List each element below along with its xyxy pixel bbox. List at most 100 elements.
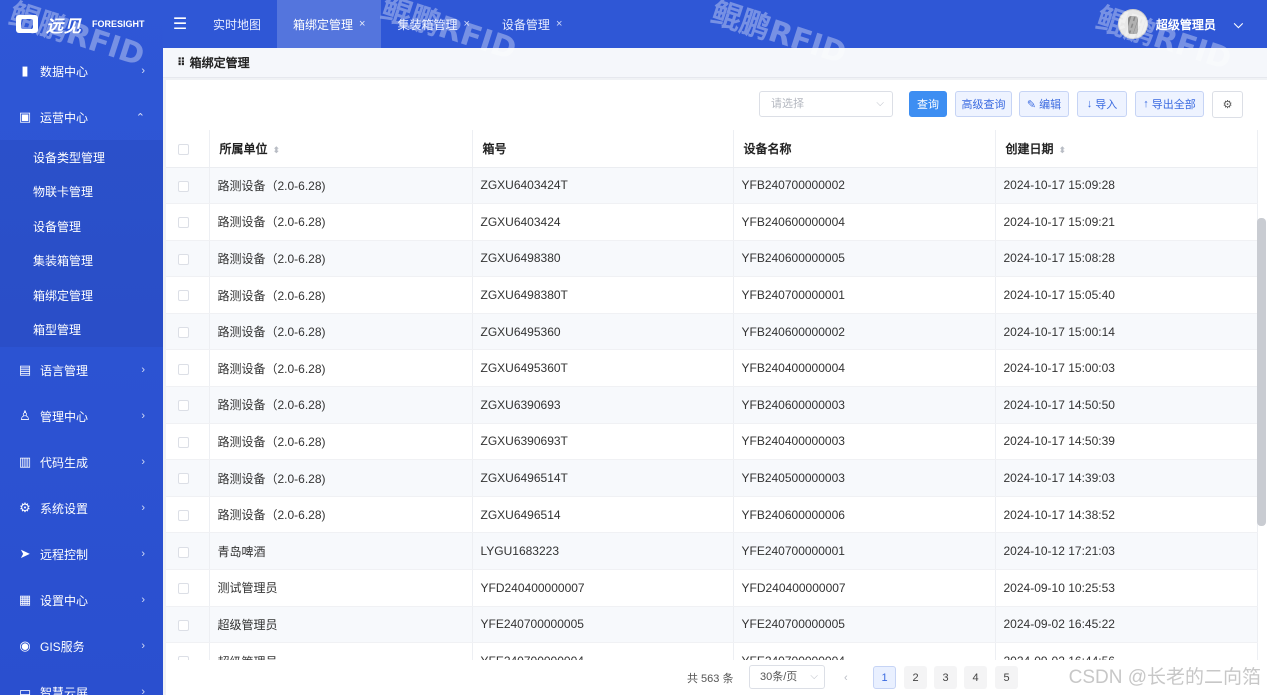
- table-cell: 路测设备（2.0-6.28): [209, 423, 473, 461]
- table-cell: YFD240400000007: [472, 569, 734, 607]
- data-table: 所属单位 ⬍ 箱号 设备名称 创建日期 ⬍ 路测设备（2.0-6.28) ZGXU64…: [166, 130, 1258, 675]
- row-checkbox[interactable]: [178, 619, 189, 631]
- table-row[interactable]: 路测设备（2.0-6.28) ZGXU6390693 YFB240600000003…: [166, 386, 1258, 424]
- select-all-checkbox[interactable]: [178, 143, 189, 155]
- chevron-down-icon[interactable]: ⌵: [1234, 17, 1243, 32]
- import-button[interactable]: ↓ 导入: [1077, 91, 1127, 117]
- tab[interactable]: 实时地图: [197, 0, 277, 48]
- row-checkbox[interactable]: [178, 583, 189, 595]
- prev-page-icon[interactable]: ‹: [844, 672, 848, 684]
- filter-select[interactable]: 请选择 ⌵: [759, 91, 893, 117]
- row-checkbox[interactable]: [178, 217, 189, 229]
- table-row[interactable]: 路测设备（2.0-6.28) ZGXU6495360 YFB240600000002…: [166, 313, 1258, 351]
- page-button[interactable]: 3: [934, 666, 957, 689]
- row-checkbox[interactable]: [178, 327, 189, 338]
- avatar[interactable]: [1117, 9, 1148, 39]
- sort-icon[interactable]: ⬍: [1059, 145, 1067, 155]
- row-checkbox[interactable]: [178, 473, 189, 485]
- menu-toggle-icon[interactable]: ☰: [163, 0, 197, 48]
- row-checkbox[interactable]: [178, 509, 189, 521]
- table-cell: 路测设备（2.0-6.28): [209, 496, 473, 534]
- submenu-item[interactable]: 集装箱管理: [0, 244, 163, 279]
- table-body: 路测设备（2.0-6.28) ZGXU6403424T YFB24070000000…: [166, 167, 1258, 675]
- sidebar-item[interactable]: ▭ 智慧云屏 ›: [0, 669, 163, 695]
- sidebar-item-label: 智慧云屏: [40, 685, 89, 695]
- row-checkbox[interactable]: [178, 400, 189, 412]
- sidebar-item[interactable]: ▣ 运营中心 ⌃: [0, 94, 163, 140]
- sidebar-item[interactable]: ▤ 语言管理 ›: [0, 347, 163, 393]
- column-header-unit[interactable]: 所属单位 ⬍: [209, 130, 473, 168]
- settings-button[interactable]: ⚙: [1212, 91, 1243, 118]
- tab[interactable]: 集装箱管理 ×: [381, 0, 485, 48]
- table-cell: YFB240500000003: [733, 459, 996, 497]
- page-button[interactable]: 4: [964, 666, 987, 689]
- row-checkbox-cell: [166, 569, 210, 607]
- sidebar-item[interactable]: ♙ 管理中心 ›: [0, 393, 163, 439]
- column-header-created-date[interactable]: 创建日期 ⬍: [995, 130, 1258, 168]
- sidebar-item[interactable]: ➤ 远程控制 ›: [0, 531, 163, 577]
- page-size-select[interactable]: 30条/页 ⌵: [749, 665, 825, 689]
- table-cell: 路测设备（2.0-6.28): [209, 276, 473, 314]
- submenu-item[interactable]: 箱型管理: [0, 313, 163, 348]
- table-row[interactable]: 路测设备（2.0-6.28) ZGXU6498380 YFB240600000005…: [166, 240, 1258, 278]
- page-title: 箱绑定管理: [189, 56, 250, 70]
- page-button[interactable]: 2: [904, 666, 927, 689]
- export-all-button[interactable]: ↑ 导出全部: [1135, 91, 1204, 117]
- table-row[interactable]: 路测设备（2.0-6.28) ZGXU6403424 YFB240600000004…: [166, 203, 1258, 241]
- table-cell: ZGXU6403424T: [472, 167, 734, 205]
- row-checkbox[interactable]: [178, 180, 189, 192]
- table-row[interactable]: 路测设备（2.0-6.28) ZGXU6495360T YFB24040000000…: [166, 349, 1258, 388]
- sidebar-item[interactable]: ▥ 代码生成 ›: [0, 439, 163, 485]
- row-checkbox[interactable]: [178, 363, 189, 375]
- tab-label: 设备管理: [501, 17, 550, 32]
- sidebar-item[interactable]: ▦ 设置中心 ›: [0, 577, 163, 623]
- table-row[interactable]: 青岛啤酒 LYGU1683223 YFE240700000001 2024-10-12…: [166, 532, 1258, 571]
- edit-button[interactable]: ✎ 编辑: [1019, 91, 1069, 117]
- submenu-item[interactable]: 设备管理: [0, 209, 163, 244]
- filter-select-placeholder: 请选择: [771, 98, 804, 110]
- table-row[interactable]: 路测设备（2.0-6.28) ZGXU6498380T YFB24070000000…: [166, 276, 1258, 314]
- logo-subtext: FORESIGHT: [92, 19, 145, 29]
- close-icon[interactable]: ×: [556, 18, 562, 30]
- row-checkbox[interactable]: [178, 290, 189, 302]
- query-button[interactable]: 查询: [909, 91, 947, 117]
- tab[interactable]: 箱绑定管理 ×: [277, 0, 382, 48]
- table-row[interactable]: 测试管理员 YFD240400000007 YFD240400000007 2024-…: [166, 569, 1258, 607]
- chevron-right-icon: ›: [141, 456, 145, 468]
- submenu-item[interactable]: 箱绑定管理: [0, 278, 163, 313]
- row-checkbox[interactable]: [178, 546, 189, 558]
- table-row[interactable]: 路测设备（2.0-6.28) ZGXU6390693T YFB24040000000…: [166, 423, 1258, 461]
- sidebar-menu: ▮ 数据中心 › ▣ 运营中心 ⌃ 设备类型管理 物联卡管理 设备管理 集装箱管理 箱绑定管理 箱型管…: [0, 48, 163, 695]
- page-size-value: 30条/页: [760, 671, 798, 683]
- table-row[interactable]: 超级管理员 YFE240700000005 YFE240700000005 2024-…: [166, 606, 1258, 644]
- row-checkbox[interactable]: [178, 253, 189, 265]
- advanced-query-button[interactable]: 高级查询: [955, 91, 1012, 117]
- row-checkbox[interactable]: [178, 436, 189, 448]
- vertical-scrollbar[interactable]: [1257, 218, 1266, 526]
- submenu-item[interactable]: 物联卡管理: [0, 175, 163, 210]
- close-icon[interactable]: ×: [463, 18, 469, 30]
- page-button[interactable]: 1: [873, 666, 896, 689]
- close-icon[interactable]: ×: [359, 18, 365, 30]
- table-row[interactable]: 路测设备（2.0-6.28) ZGXU6496514T YFB24050000000…: [166, 459, 1258, 497]
- sidebar-item[interactable]: ⚙ 系统设置 ›: [0, 485, 163, 531]
- tab-label: 集装箱管理: [397, 17, 458, 32]
- sort-icon[interactable]: ⬍: [273, 145, 281, 155]
- sidebar-item[interactable]: ◉ GIS服务 ›: [0, 623, 163, 669]
- tab[interactable]: 设备管理 ×: [486, 0, 578, 48]
- edit-label: 编辑: [1039, 99, 1062, 111]
- user-name: 超级管理员: [1155, 17, 1216, 32]
- code-file-icon: ▥: [18, 454, 32, 469]
- page-button[interactable]: 5: [995, 666, 1018, 689]
- chevron-right-icon: ›: [141, 410, 145, 422]
- user-menu[interactable]: 超级管理员 ⌵: [1117, 0, 1243, 48]
- table-cell: YFE240700000005: [472, 606, 734, 644]
- chevron-right-icon: ›: [141, 65, 145, 77]
- sidebar-item[interactable]: ▮ 数据中心 ›: [0, 48, 163, 94]
- tab-label: 实时地图: [213, 17, 262, 32]
- logo[interactable]: 远见 FORESIGHT: [0, 0, 163, 48]
- table-row[interactable]: 路测设备（2.0-6.28) ZGXU6496514 YFB240600000006…: [166, 496, 1258, 534]
- submenu-item[interactable]: 设备类型管理: [0, 140, 163, 175]
- table-row[interactable]: 路测设备（2.0-6.28) ZGXU6403424T YFB24070000000…: [166, 167, 1258, 205]
- table-cell: YFB240700000001: [733, 276, 996, 314]
